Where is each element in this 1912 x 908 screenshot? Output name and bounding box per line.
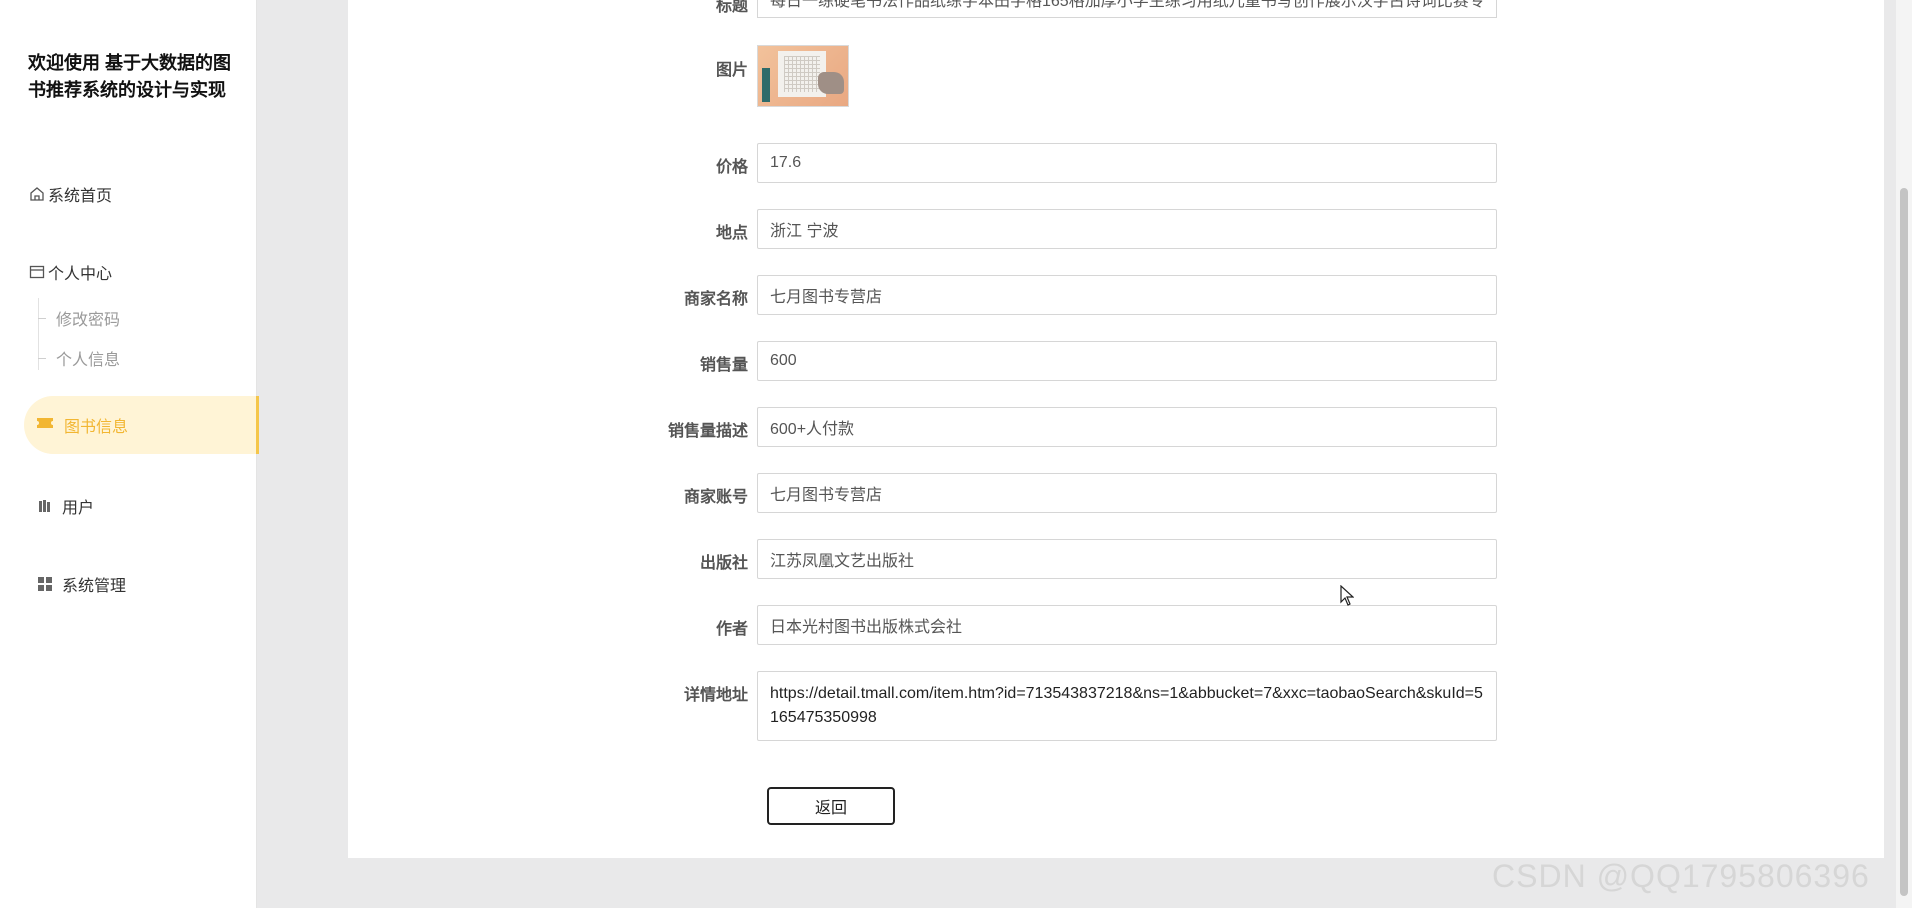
merchant-account-field[interactable]: 七月图书专营店: [757, 473, 1497, 513]
location-label: 地点: [715, 225, 748, 242]
sidebar-item-label: 个人信息: [56, 352, 121, 369]
author-field[interactable]: 日本光村图书出版株式会社: [757, 605, 1497, 645]
sales-desc-field[interactable]: 600+人付款: [757, 407, 1497, 447]
sidebar-item-change-password[interactable]: 修改密码: [38, 306, 120, 330]
sidebar-item-home[interactable]: 系统首页: [28, 182, 112, 206]
publisher-field[interactable]: 江苏凤凰文艺出版社: [757, 539, 1497, 579]
price-label: 价格: [715, 159, 748, 176]
merchant-name-label: 商家名称: [683, 291, 748, 308]
back-button[interactable]: 返回: [767, 787, 895, 825]
home-icon: [28, 185, 46, 203]
watermark: CSDN @QQ1795806396: [1492, 858, 1870, 894]
dash-icon: [38, 357, 46, 359]
sidebar: 欢迎使用 基于大数据的图书推荐系统的设计与实现 系统首页 个人中心 修改密码 个…: [0, 0, 259, 908]
mouse-cursor-icon: [1340, 584, 1355, 612]
merchant-name-field[interactable]: 七月图书专营店: [757, 275, 1497, 315]
sales-label: 销售量: [699, 357, 748, 374]
ticket-icon: [36, 416, 54, 435]
cover-strip: [762, 68, 770, 102]
location-field[interactable]: 浙江 宁波: [757, 209, 1497, 249]
sidebar-item-label: 系统管理: [62, 578, 127, 595]
sales-desc-label: 销售量描述: [667, 423, 748, 440]
dash-icon: [38, 317, 46, 319]
sidebar-item-label: 系统首页: [48, 188, 113, 205]
scrollbar-thumb[interactable]: [1900, 188, 1908, 896]
sidebar-item-personal-info[interactable]: 个人信息: [38, 346, 120, 370]
app-title: 欢迎使用 基于大数据的图书推荐系统的设计与实现: [28, 53, 231, 100]
sidebar-item-label: 图书信息: [64, 419, 129, 436]
grid-icon: [36, 575, 54, 593]
cover-hand: [818, 72, 844, 94]
sidebar-item-personal-center[interactable]: 个人中心: [28, 260, 112, 284]
publisher-label: 出版社: [699, 555, 748, 572]
title-field[interactable]: 每日一练硬笔书法作品纸练字本田字格165格加厚小学生练习用纸儿童书写创作展示汉字…: [757, 0, 1497, 18]
detail-url-label: 详情地址: [683, 687, 748, 704]
image-label: 图片: [715, 62, 748, 79]
author-label: 作者: [715, 621, 748, 638]
sidebar-item-label: 用户: [62, 500, 95, 517]
sidebar-item-label: 个人中心: [48, 266, 113, 283]
card-icon: [28, 263, 46, 281]
detail-url-field[interactable]: https://detail.tmall.com/item.htm?id=713…: [757, 671, 1497, 741]
book-cover-image[interactable]: [757, 45, 849, 107]
merchant-account-label: 商家账号: [683, 489, 748, 506]
sales-field[interactable]: 600: [757, 341, 1497, 381]
sidebar-item-system-manage[interactable]: 系统管理: [36, 572, 126, 596]
cover-grid: [784, 56, 820, 92]
sidebar-item-book-info[interactable]: 图书信息: [24, 396, 259, 454]
sidebar-item-label: 修改密码: [56, 312, 121, 329]
price-field[interactable]: 17.6: [757, 143, 1497, 183]
books-icon: [36, 497, 54, 515]
title-label: 标题: [715, 0, 748, 15]
sidebar-item-users[interactable]: 用户: [36, 494, 94, 518]
